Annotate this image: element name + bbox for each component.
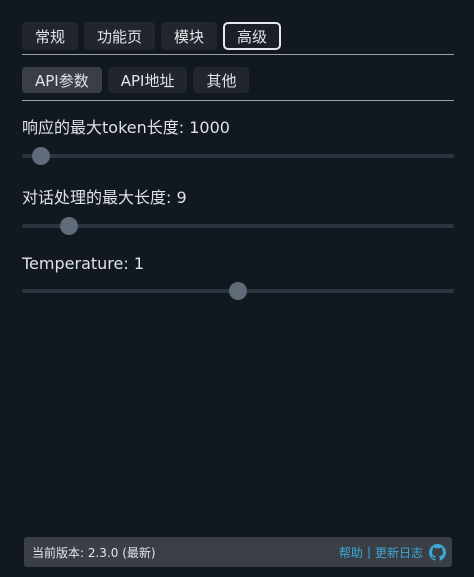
max-history-slider[interactable]: [22, 217, 454, 235]
sub-tab-bar: API参数 API地址 其他: [22, 67, 250, 93]
temperature-label: Temperature: 1: [22, 254, 145, 273]
max-tokens-slider[interactable]: [22, 147, 454, 165]
tab-feature-pages[interactable]: 功能页: [84, 22, 156, 50]
slider-track: [22, 154, 454, 158]
max-tokens-label: 响应的最大token长度: 1000: [22, 118, 230, 137]
github-icon[interactable]: [429, 543, 446, 561]
sub-tab-divider: [22, 100, 454, 101]
footer-links: 帮助 | 更新日志: [339, 543, 446, 561]
temperature-slider[interactable]: [22, 282, 454, 300]
main-tab-bar: 常规 功能页 模块 高级: [22, 22, 282, 50]
tab-modules[interactable]: 模块: [161, 22, 218, 50]
tab-other[interactable]: 其他: [193, 67, 250, 93]
slider-thumb[interactable]: [32, 147, 51, 165]
changelog-link[interactable]: 更新日志: [375, 544, 423, 561]
slider-thumb[interactable]: [229, 282, 247, 300]
max-tokens-setting: 响应的最大token长度: 1000: [22, 114, 454, 165]
tab-api-address[interactable]: API地址: [107, 67, 188, 93]
tab-advanced[interactable]: 高级: [223, 22, 282, 50]
slider-thumb[interactable]: [59, 217, 78, 235]
max-history-label: 对话处理的最大长度: 9: [22, 188, 187, 207]
tab-api-params[interactable]: API参数: [22, 67, 102, 93]
link-separator: |: [366, 545, 371, 559]
footer-bar: 当前版本: 2.3.0 (最新) 帮助 | 更新日志: [24, 537, 452, 567]
main-tab-divider: [22, 54, 454, 55]
tab-general[interactable]: 常规: [22, 22, 79, 50]
slider-track: [22, 224, 454, 228]
version-text: 当前版本: 2.3.0 (最新): [32, 545, 156, 560]
temperature-setting: Temperature: 1: [22, 254, 454, 300]
help-link[interactable]: 帮助: [339, 544, 363, 561]
max-history-setting: 对话处理的最大长度: 9: [22, 184, 454, 235]
